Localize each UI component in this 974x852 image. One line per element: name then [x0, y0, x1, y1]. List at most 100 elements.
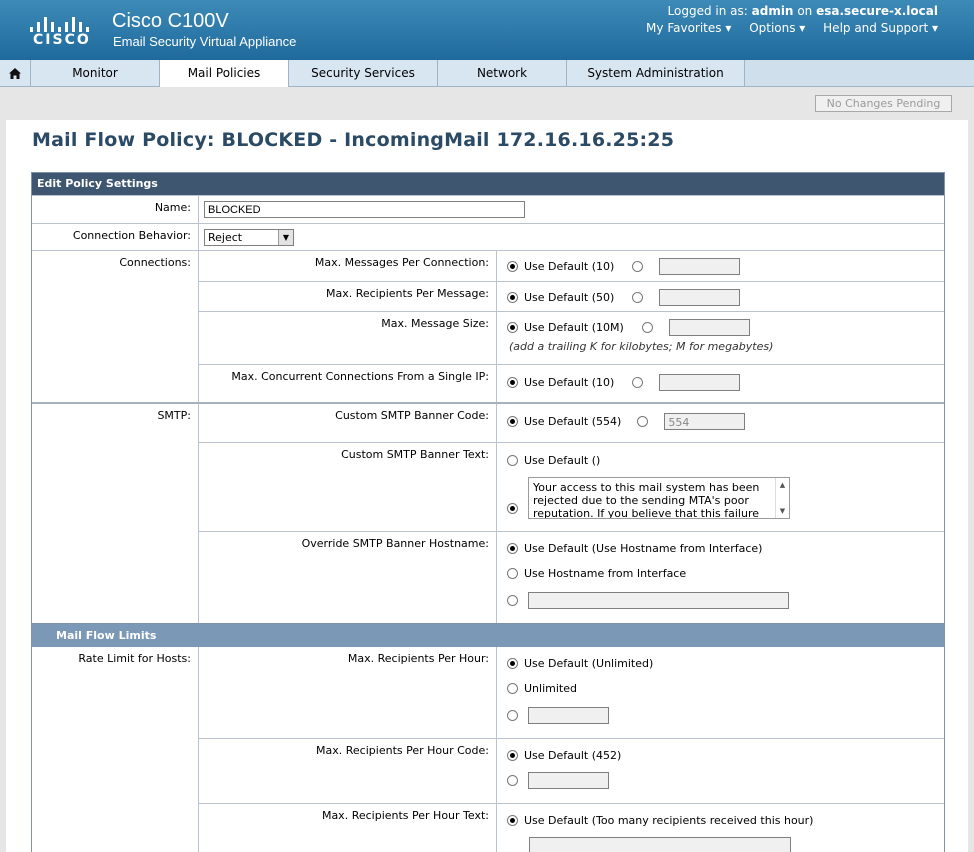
tab-monitor[interactable]: Monitor [31, 60, 160, 86]
name-row: Name: [32, 195, 944, 223]
scroll-down-icon: ▼ [779, 507, 786, 515]
logged-in-label: Logged in as: [667, 4, 748, 18]
product-title: Cisco C100V [112, 10, 229, 32]
banner-text-custom-radio[interactable] [507, 503, 518, 514]
banner-text-default-radio[interactable] [507, 454, 518, 466]
max-messages-custom-radio[interactable] [632, 260, 644, 272]
rph-code-default-radio[interactable] [507, 750, 518, 761]
rph-default-radio[interactable] [507, 658, 518, 669]
cisco-bars-icon [30, 12, 92, 32]
max-recipients-custom-radio[interactable] [632, 291, 644, 303]
connection-behavior-value: Reject [208, 231, 243, 244]
policy-form: Edit Policy Settings Name: Connection Be… [31, 172, 945, 852]
max-size-input[interactable] [668, 318, 750, 336]
hostname-interface-label: Use Hostname from Interface [524, 567, 687, 580]
main-nav: Monitor Mail Policies Security Services … [0, 60, 974, 87]
cisco-logo: CISCO [30, 12, 92, 48]
connection-behavior-select[interactable]: Reject ▼ [204, 229, 294, 246]
max-messages-default-radio[interactable] [507, 260, 518, 272]
max-concurrent-input[interactable] [659, 373, 741, 391]
rph-code-input[interactable] [528, 771, 609, 789]
max-size-custom-radio[interactable] [641, 321, 653, 333]
connection-behavior-label: Connection Behavior: [32, 224, 199, 250]
cisco-wordmark: CISCO [33, 32, 91, 48]
smtp-group: Custom SMTP Banner Code: Use Default (55… [199, 404, 944, 623]
login-info: Logged in as: admin on esa.secure-x.loca… [668, 4, 938, 18]
max-size-default-label: Use Default (10M) [524, 320, 624, 334]
banner-code-default-radio[interactable] [507, 415, 518, 427]
commit-changes-button[interactable]: No Changes Pending [815, 95, 952, 112]
rph-text-default-label: Use Default (Too many recipients receive… [524, 814, 814, 827]
hostname: esa.secure-x.local [816, 4, 938, 18]
name-input[interactable] [204, 201, 525, 218]
rph-code-label: Max. Recipients Per Hour Code: [199, 739, 497, 803]
tab-system-administration[interactable]: System Administration [567, 60, 745, 86]
banner-text-default-label: Use Default () [524, 453, 601, 467]
smtp-row: SMTP: Custom SMTP Banner Code: Use Defau… [32, 402, 944, 623]
name-label: Name: [32, 196, 199, 223]
max-size-hint: (add a trailing K for kilobytes; M for m… [509, 340, 774, 353]
max-concurrent-default-label: Use Default (10) [524, 375, 615, 389]
help-support-link[interactable]: Help and Support ▾ [823, 21, 938, 35]
max-size-label: Max. Message Size: [199, 312, 497, 364]
connections-group: Max. Messages Per Connection: Use Defaul… [199, 251, 944, 402]
rph-text-input[interactable] [529, 836, 791, 852]
rph-code-default-label: Use Default (452) [524, 749, 622, 762]
max-recipients-label: Max. Recipients Per Message: [199, 282, 497, 311]
tab-security-services[interactable]: Security Services [289, 60, 438, 86]
rph-input[interactable] [528, 706, 609, 724]
username: admin [751, 4, 794, 18]
mail-flow-limits-header: Mail Flow Limits [32, 623, 944, 647]
banner-text-value: Your access to this mail system has been… [533, 481, 760, 519]
chevron-down-icon: ▼ [278, 230, 293, 245]
tab-network[interactable]: Network [438, 60, 567, 86]
max-concurrent-label: Max. Concurrent Connections From a Singl… [199, 365, 497, 402]
banner-code-input[interactable]: 554 [664, 412, 746, 430]
my-favorites-link[interactable]: My Favorites ▾ [646, 21, 731, 35]
options-link[interactable]: Options ▾ [749, 21, 805, 35]
max-messages-input[interactable] [659, 257, 741, 275]
edit-policy-header: Edit Policy Settings [32, 173, 944, 195]
banner-code-custom-radio[interactable] [637, 415, 649, 427]
banner-hostname-label: Override SMTP Banner Hostname: [199, 532, 497, 623]
rph-text-label: Max. Recipients Per Hour Text: [199, 804, 497, 852]
behavior-row: Connection Behavior: Reject ▼ [32, 223, 944, 250]
textarea-scrollbar[interactable]: ▲ ▼ [775, 478, 789, 518]
max-recipients-default-label: Use Default (50) [524, 290, 615, 304]
rate-limit-row: Rate Limit for Hosts: Max. Recipients Pe… [32, 647, 944, 852]
max-concurrent-custom-radio[interactable] [632, 376, 644, 388]
rph-unlimited-label: Unlimited [524, 682, 577, 695]
max-recipients-default-radio[interactable] [507, 291, 518, 303]
rph-text-default-radio[interactable] [507, 815, 518, 826]
hostname-default-radio[interactable] [507, 543, 518, 554]
connections-row: Connections: Max. Messages Per Connectio… [32, 250, 944, 402]
max-messages-default-label: Use Default (10) [524, 259, 615, 273]
smtp-label: SMTP: [32, 404, 199, 623]
banner-text-textarea[interactable]: Your access to this mail system has been… [528, 477, 790, 519]
max-messages-label: Max. Messages Per Connection: [199, 251, 497, 281]
hostname-custom-radio[interactable] [507, 594, 518, 606]
scroll-up-icon: ▲ [779, 481, 786, 489]
page-title: Mail Flow Policy: BLOCKED - IncomingMail… [32, 129, 675, 151]
hostname-default-label: Use Default (Use Hostname from Interface… [524, 542, 763, 555]
max-size-default-radio[interactable] [507, 321, 518, 333]
rph-custom-radio[interactable] [507, 709, 518, 721]
app-header: CISCO Cisco C100V Email Security Virtual… [0, 0, 974, 60]
on-label: on [797, 4, 813, 18]
rph-code-custom-radio[interactable] [507, 774, 518, 786]
max-recipients-input[interactable] [659, 288, 741, 306]
banner-code-default-label: Use Default (554) [524, 414, 622, 428]
banner-text-label: Custom SMTP Banner Text: [199, 443, 497, 531]
hostname-input[interactable] [528, 591, 789, 609]
rph-default-label: Use Default (Unlimited) [524, 657, 654, 670]
utility-links: My Favorites ▾ Options ▾ Help and Suppor… [632, 21, 938, 35]
hostname-interface-radio[interactable] [507, 568, 518, 579]
home-button[interactable] [0, 60, 31, 86]
tab-mail-policies[interactable]: Mail Policies [160, 60, 289, 87]
max-concurrent-default-radio[interactable] [507, 376, 518, 388]
connections-label: Connections: [32, 251, 199, 402]
home-icon [9, 67, 21, 79]
rph-unlimited-radio[interactable] [507, 683, 518, 694]
product-subtitle: Email Security Virtual Appliance [113, 34, 297, 49]
rph-label: Max. Recipients Per Hour: [199, 647, 497, 738]
